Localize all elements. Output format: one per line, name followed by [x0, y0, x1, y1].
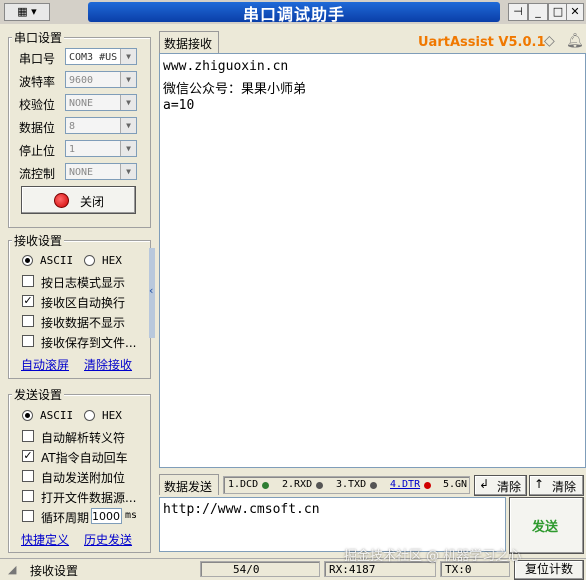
- rxd-signal: 2.RXD: [282, 479, 313, 490]
- send-at-cr-checkbox[interactable]: ✓: [22, 450, 34, 462]
- port-select[interactable]: COM3 #US ▼: [65, 48, 137, 65]
- signal-bar: 1.DCD 2.RXD 3.TXD 4.DTR 5.GN: [223, 476, 470, 494]
- status-settings-icon: ◢: [8, 563, 17, 576]
- pin-icon[interactable]: ⊣: [508, 3, 528, 21]
- title-bar: ▦ ▾ 串口调试助手 ⊣ _ □ ✕: [0, 0, 586, 24]
- send-append-bit-checkbox[interactable]: [22, 470, 34, 482]
- parity-label: 校验位: [19, 98, 56, 112]
- history-link[interactable]: 历史发送: [84, 531, 132, 548]
- gnd-signal: 5.GN: [443, 479, 468, 490]
- send-text: http://www.cmsoft.cn: [163, 502, 320, 517]
- receive-line: a=10: [163, 98, 195, 113]
- stopbits-label: 停止位: [19, 144, 56, 158]
- dcd-led-icon: [262, 482, 269, 489]
- receive-hide-data-label: 接收数据不显示: [41, 316, 126, 330]
- status-ratio: 54/0: [233, 563, 260, 576]
- receive-hex-label: HEX: [102, 254, 122, 267]
- clear-receive-link[interactable]: 清除接收: [84, 356, 132, 373]
- watermark: 掘金技术社区 @ 机器学习之心: [344, 549, 522, 564]
- loop-period-unit: ms: [125, 510, 138, 521]
- receive-save-file-checkbox[interactable]: [22, 335, 34, 347]
- dcd-signal: 1.DCD: [228, 479, 259, 490]
- clear-arrow-icon: ↲: [479, 477, 490, 491]
- receive-text-area[interactable]: www.zhiguoxin.cn 微信公众号：果果小师弟 a=10: [159, 53, 586, 468]
- bell-icon[interactable]: 🔔︎: [566, 33, 584, 49]
- minimize-button[interactable]: _: [528, 3, 548, 21]
- receive-ascii-label: ASCII: [40, 254, 74, 267]
- send-ascii-label: ASCII: [40, 409, 74, 422]
- receive-log-mode-label: 按日志模式显示: [41, 276, 126, 290]
- auto-scroll-link[interactable]: 自动滚屏: [21, 356, 69, 373]
- send-at-cr-label: AT指令自动回车: [41, 451, 128, 465]
- dtr-signal[interactable]: 4.DTR: [390, 479, 420, 490]
- baud-select[interactable]: 9600 ▼: [65, 71, 137, 88]
- send-button-label: 发送: [532, 520, 559, 535]
- close-port-button[interactable]: 关闭: [21, 186, 136, 214]
- receive-auto-wrap-checkbox[interactable]: ✓: [22, 295, 34, 307]
- flow-select[interactable]: NONE ▼: [65, 163, 137, 180]
- serial-settings-legend: 串口设置: [12, 29, 65, 46]
- loop-period-input[interactable]: 1000: [91, 508, 122, 524]
- window-menu-icon[interactable]: ▦ ▾: [4, 3, 50, 21]
- receive-tab-label: 数据接收: [164, 37, 213, 51]
- clear-all-label: 清除: [552, 480, 577, 494]
- receive-ascii-radio[interactable]: [22, 255, 33, 266]
- send-append-bit-label: 自动发送附加位: [41, 471, 126, 485]
- send-settings-legend: 发送设置: [12, 386, 65, 403]
- window-title: 串口调试助手: [242, 5, 345, 24]
- parity-select[interactable]: NONE ▼: [65, 94, 137, 111]
- receive-line: www.zhiguoxin.cn: [163, 59, 289, 74]
- dtr-led-icon: [424, 482, 431, 489]
- maximize-button[interactable]: □: [548, 3, 568, 21]
- clear-up-icon: ↑: [534, 477, 545, 491]
- receive-log-mode-checkbox[interactable]: [22, 275, 34, 287]
- clear-send-button[interactable]: ↲ 清除: [474, 475, 527, 496]
- databits-label: 数据位: [19, 121, 56, 135]
- txd-signal: 3.TXD: [336, 479, 367, 490]
- txd-led-icon: [370, 482, 377, 489]
- receive-line: 微信公众号：果果小师弟: [163, 82, 307, 97]
- receive-tab[interactable]: 数据接收: [159, 31, 219, 53]
- collapse-arrow-icon[interactable]: ‹: [149, 284, 153, 297]
- receive-settings-legend: 接收设置: [12, 232, 65, 249]
- clear-all-button[interactable]: ↑ 清除: [529, 475, 584, 496]
- status-tx: TX:0: [445, 563, 472, 576]
- receive-auto-wrap-label: 接收区自动换行: [41, 296, 126, 310]
- status-ratio-cell: 54/0: [200, 561, 320, 577]
- send-hex-radio[interactable]: [84, 410, 95, 421]
- status-label: 接收设置: [30, 564, 79, 578]
- receive-save-file-label: 接收保存到文件...: [41, 336, 137, 350]
- reset-count-button[interactable]: 复位计数: [514, 560, 584, 580]
- close-button[interactable]: ✕: [566, 3, 584, 21]
- send-file-source-label: 打开文件数据源...: [41, 491, 137, 505]
- databits-select[interactable]: 8 ▼: [65, 117, 137, 134]
- rxd-led-icon: [316, 482, 323, 489]
- close-port-label: 关闭: [80, 195, 105, 209]
- send-loop-checkbox[interactable]: [22, 510, 34, 522]
- stopbits-select[interactable]: 1 ▼: [65, 140, 137, 157]
- send-tab[interactable]: 数据发送: [159, 474, 219, 495]
- send-escape-label: 自动解析转义符: [41, 431, 126, 445]
- send-escape-checkbox[interactable]: [22, 430, 34, 442]
- diamond-icon[interactable]: ◇: [544, 33, 555, 49]
- clear-send-label: 清除: [497, 480, 522, 494]
- send-loop-label: 循环周期: [41, 511, 90, 525]
- send-ascii-radio[interactable]: [22, 410, 33, 421]
- port-label: 串口号: [19, 52, 56, 66]
- app-brand: UartAssist V5.0.1: [418, 35, 546, 50]
- baud-label: 波特率: [19, 75, 56, 89]
- receive-hex-radio[interactable]: [84, 255, 95, 266]
- status-rx: RX:4187: [329, 563, 376, 576]
- send-hex-label: HEX: [102, 409, 122, 422]
- send-text-area[interactable]: http://www.cmsoft.cn: [159, 497, 506, 552]
- shortcut-link[interactable]: 快捷定义: [21, 531, 69, 548]
- send-tab-label: 数据发送: [164, 480, 213, 494]
- flow-label: 流控制: [19, 167, 56, 181]
- receive-hide-data-checkbox[interactable]: [22, 315, 34, 327]
- red-led-icon: [54, 193, 69, 208]
- send-file-source-checkbox[interactable]: [22, 490, 34, 502]
